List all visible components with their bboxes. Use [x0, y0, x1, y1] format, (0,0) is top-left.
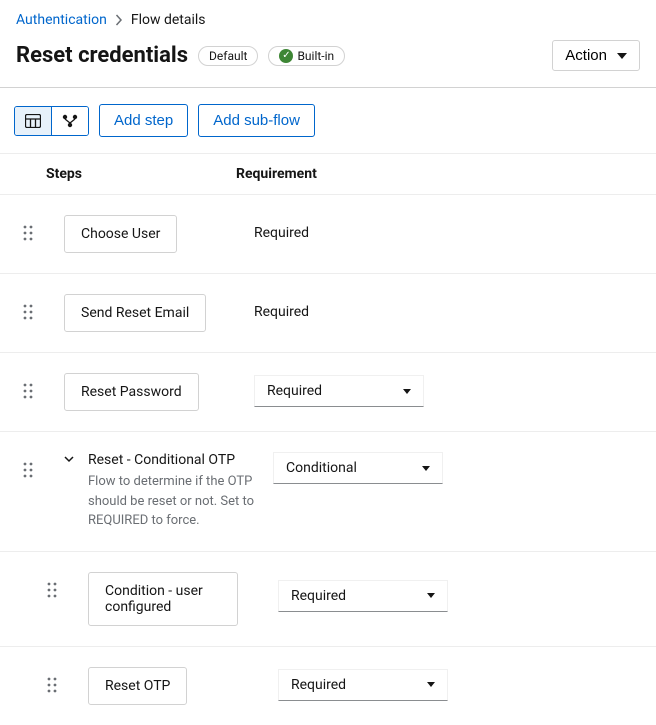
breadcrumb: Authentication Flow details: [0, 0, 656, 36]
requirement-text: Required: [254, 304, 309, 320]
page-title: Reset credentials: [16, 43, 188, 68]
requirement-select[interactable]: Required: [278, 669, 448, 701]
table-row: Reset - Conditional OTP Flow to determin…: [0, 432, 656, 552]
step-box[interactable]: Reset OTP: [88, 667, 187, 705]
caret-down-icon: [617, 53, 627, 59]
action-dropdown-button[interactable]: Action: [552, 40, 640, 71]
requirement-select-value: Required: [291, 677, 346, 693]
action-dropdown-label: Action: [565, 47, 607, 64]
table-row: Send Reset Email Required: [0, 274, 656, 353]
view-diagram-button[interactable]: [51, 107, 88, 135]
step-box[interactable]: Reset Password: [64, 373, 199, 411]
step-box[interactable]: Send Reset Email: [64, 294, 206, 332]
drag-handle-icon[interactable]: [16, 294, 40, 320]
chevron-right-icon: [115, 14, 123, 26]
drag-handle-icon[interactable]: [16, 215, 40, 241]
step-box[interactable]: Choose User: [64, 215, 177, 253]
badge-builtin-text: Built-in: [297, 49, 334, 63]
drag-handle-icon[interactable]: [16, 373, 40, 399]
column-header-steps: Steps: [46, 166, 236, 182]
add-subflow-button[interactable]: Add sub-flow: [198, 104, 315, 137]
requirement-select[interactable]: Required: [254, 375, 424, 407]
caret-down-icon: [403, 389, 411, 394]
drag-handle-icon[interactable]: [40, 667, 64, 693]
page-header: Reset credentials Default ✓ Built-in Act…: [0, 36, 656, 88]
requirement-select-value: Conditional: [286, 460, 357, 476]
add-step-button[interactable]: Add step: [99, 104, 188, 137]
table-icon: [25, 114, 41, 128]
requirement-select[interactable]: Conditional: [273, 452, 443, 484]
caret-down-icon: [422, 466, 430, 471]
subflow-title: Reset - Conditional OTP: [88, 452, 273, 468]
view-toggle: [14, 106, 89, 136]
diagram-icon: [62, 114, 78, 128]
breadcrumb-link-authentication[interactable]: Authentication: [16, 12, 107, 28]
expand-toggle[interactable]: [64, 452, 88, 464]
step-box[interactable]: Condition - user configured: [88, 572, 238, 626]
drag-handle-icon[interactable]: [16, 452, 40, 478]
caret-down-icon: [427, 682, 435, 687]
badge-builtin: ✓ Built-in: [268, 46, 345, 66]
breadcrumb-current: Flow details: [131, 12, 206, 28]
check-circle-icon: ✓: [279, 49, 293, 63]
requirement-text: Required: [254, 225, 309, 241]
subflow-description: Flow to determine if the OTP should be r…: [88, 472, 268, 531]
toolbar: Add step Add sub-flow: [0, 88, 656, 154]
badge-default: Default: [198, 46, 258, 66]
requirement-select-value: Required: [267, 383, 322, 399]
table-row: Choose User Required: [0, 195, 656, 274]
table-row: Reset Password Required: [0, 353, 656, 432]
view-table-button[interactable]: [15, 107, 51, 135]
caret-down-icon: [427, 593, 435, 598]
table-row: Condition - user configured Required: [0, 552, 656, 647]
badge-default-text: Default: [209, 49, 247, 63]
column-header-requirement: Requirement: [236, 166, 640, 182]
drag-handle-icon[interactable]: [40, 572, 64, 598]
table-header: Steps Requirement: [0, 154, 656, 195]
requirement-select[interactable]: Required: [278, 580, 448, 612]
requirement-select-value: Required: [291, 588, 346, 604]
